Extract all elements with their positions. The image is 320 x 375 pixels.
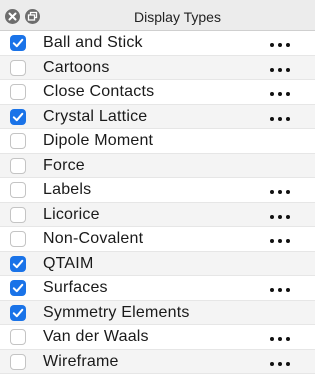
more-options-icon[interactable]: [270, 92, 292, 98]
list-item-label: Ball and Stick: [43, 34, 143, 51]
list-item[interactable]: Crystal Lattice: [0, 104, 315, 129]
checkbox[interactable]: [10, 133, 26, 149]
more-options-icon[interactable]: [270, 361, 292, 368]
checkmark-icon: [12, 38, 24, 48]
list-item-label: Symmetry Elements: [43, 303, 190, 321]
list-item-label: Crystal Lattice: [43, 107, 148, 125]
more-options-icon[interactable]: [270, 116, 292, 123]
list-item[interactable]: Symmetry Elements: [0, 300, 315, 325]
checkbox[interactable]: [10, 182, 26, 198]
list-item[interactable]: Dipole Moment: [0, 129, 315, 154]
checkbox[interactable]: [10, 59, 26, 76]
checkbox[interactable]: [10, 206, 26, 223]
checkbox[interactable]: [10, 35, 26, 51]
list-item[interactable]: Licorice: [0, 202, 315, 227]
list-item-label: QTAIM: [43, 254, 94, 272]
list-item[interactable]: Non-Covalent: [0, 227, 315, 252]
checkmark-icon: [12, 112, 24, 121]
panel-titlebar: Display Types: [0, 0, 315, 31]
checkbox[interactable]: [10, 353, 26, 370]
checkmark-icon: [12, 259, 24, 268]
list-item-label: Van der Waals: [43, 328, 149, 345]
list-item[interactable]: Ball and Stick: [0, 31, 315, 56]
checkmark-icon: [12, 283, 24, 293]
more-options-icon[interactable]: [270, 337, 292, 343]
list-item-label: Wireframe: [43, 352, 119, 370]
checkbox[interactable]: [10, 304, 26, 321]
list-item-label: Labels: [43, 181, 92, 198]
list-item-label: Non-Covalent: [43, 230, 144, 247]
more-options-icon[interactable]: [270, 190, 292, 196]
list-item[interactable]: QTAIM: [0, 251, 315, 276]
list-item[interactable]: Wireframe: [0, 349, 315, 374]
checkbox[interactable]: [10, 231, 26, 247]
checkbox[interactable]: [10, 157, 26, 174]
list-item-label: Cartoons: [43, 58, 110, 76]
list-item[interactable]: Force: [0, 153, 315, 178]
list-item[interactable]: Labels: [0, 178, 315, 203]
checkmark-icon: [12, 308, 24, 317]
list-item-label: Close Contacts: [43, 83, 155, 100]
checkbox[interactable]: [10, 255, 26, 272]
list-item-label: Licorice: [43, 205, 100, 223]
list-item[interactable]: Surfaces: [0, 276, 315, 301]
list-item[interactable]: Van der Waals: [0, 325, 315, 350]
checkbox[interactable]: [10, 280, 26, 296]
more-options-icon[interactable]: [270, 239, 292, 245]
more-options-icon[interactable]: [270, 214, 292, 221]
panel-title: Display Types: [134, 9, 221, 25]
more-options-icon[interactable]: [270, 43, 292, 49]
display-types-list: Ball and Stick Cartoons Close Contacts Crys…: [0, 31, 315, 375]
list-item[interactable]: Close Contacts: [0, 80, 315, 105]
list-item[interactable]: Cartoons: [0, 55, 315, 80]
list-item-label: Force: [43, 156, 85, 174]
list-item-label: Surfaces: [43, 279, 108, 296]
more-options-icon[interactable]: [270, 67, 292, 74]
list-item-label: Dipole Moment: [43, 132, 154, 149]
more-options-icon[interactable]: [270, 288, 292, 294]
checkbox[interactable]: [10, 84, 26, 100]
checkbox[interactable]: [10, 108, 26, 125]
checkbox[interactable]: [10, 329, 26, 345]
